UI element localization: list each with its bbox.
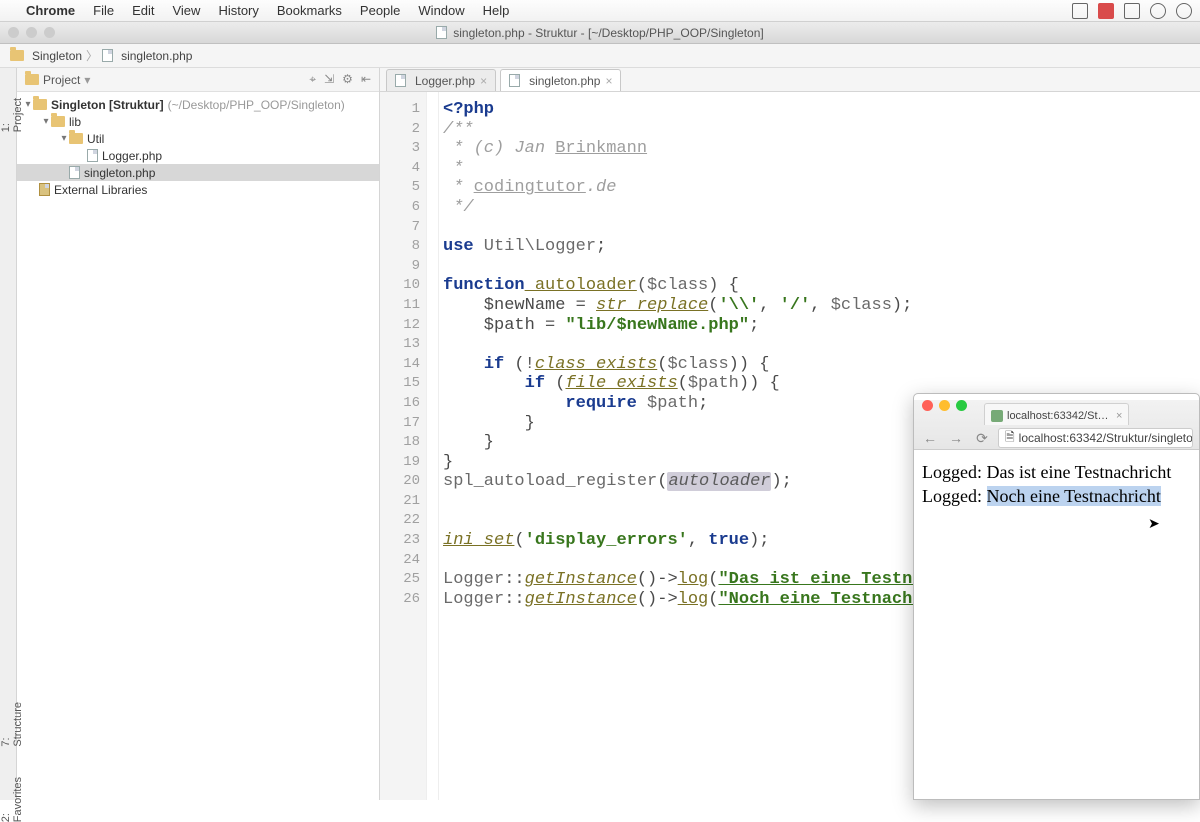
tab-singleton[interactable]: singleton.php× — [500, 69, 621, 91]
favicon-icon — [991, 410, 1003, 422]
app-name[interactable]: Chrome — [26, 3, 75, 18]
menu-people[interactable]: People — [360, 3, 400, 18]
output-line: Logged: Das ist eine Testnachricht — [922, 460, 1191, 484]
status-icon[interactable] — [1072, 3, 1088, 19]
window-title: singleton.php - Struktur - [~/Desktop/PH… — [453, 26, 764, 40]
menu-help[interactable]: Help — [483, 3, 510, 18]
chevron-down-icon[interactable]: ▾ — [84, 73, 90, 87]
status-icon[interactable] — [1150, 3, 1166, 19]
toolwindow-structure[interactable]: 7: Structure — [0, 702, 16, 747]
menu-view[interactable]: View — [172, 3, 200, 18]
toolwindow-stripe: 1: Project 7: Structure 2: Favorites — [0, 68, 17, 800]
tree-folder-util[interactable]: Util — [87, 132, 104, 146]
tab-logger[interactable]: Logger.php× — [386, 69, 496, 91]
cursor-icon: ➤ — [1148, 515, 1160, 532]
tree-file-logger[interactable]: Logger.php — [102, 149, 162, 163]
tree-root[interactable]: Singleton [Struktur] — [51, 98, 164, 112]
menu-file[interactable]: File — [93, 3, 114, 18]
back-button[interactable]: ← — [920, 430, 940, 446]
close-icon[interactable]: × — [480, 74, 487, 88]
line-gutter: 1234567891011121314151617181920212223242… — [380, 92, 427, 800]
forward-button[interactable]: → — [946, 430, 966, 446]
status-icon[interactable] — [1098, 3, 1114, 19]
browser-chrome: localhost:63342/Struktur/s × ← → ⟳ 🗎 loc… — [914, 400, 1199, 450]
menu-history[interactable]: History — [218, 3, 258, 18]
browser-tab[interactable]: localhost:63342/Struktur/s × — [984, 403, 1129, 425]
close-icon[interactable]: × — [1116, 410, 1122, 422]
page-icon: 🗎 — [1005, 428, 1015, 448]
toolwindow-project[interactable]: 1: Project — [0, 98, 16, 132]
menu-edit[interactable]: Edit — [132, 3, 154, 18]
project-header: Project ▾ ⌖ ⇲ ⚙ ⇤ — [17, 68, 379, 92]
breadcrumb-item[interactable]: Singleton — [32, 49, 82, 63]
file-icon — [102, 49, 113, 62]
tree-external-libs[interactable]: External Libraries — [54, 183, 147, 197]
tree-folder-lib[interactable]: lib — [69, 115, 81, 129]
menu-window[interactable]: Window — [418, 3, 464, 18]
menu-bookmarks[interactable]: Bookmarks — [277, 3, 342, 18]
text-selection: Noch eine Testnachricht — [987, 486, 1161, 506]
close-icon[interactable]: × — [605, 74, 612, 88]
gear-icon[interactable]: ⚙ — [342, 72, 353, 87]
browser-nav: ← → ⟳ 🗎 localhost:63342/Struktur/singlet… — [914, 426, 1199, 450]
status-icon[interactable] — [1176, 3, 1192, 19]
folder-icon — [10, 50, 24, 61]
folder-icon — [25, 74, 39, 85]
hide-icon[interactable]: ⇤ — [361, 72, 371, 87]
fold-gutter[interactable] — [427, 92, 439, 800]
address-bar[interactable]: 🗎 localhost:63342/Struktur/singleton.p — [998, 428, 1193, 448]
project-header-label[interactable]: Project — [43, 73, 80, 87]
output-line: Logged: Noch eine Testnachricht — [922, 484, 1191, 508]
browser-window: localhost:63342/Struktur/s × ← → ⟳ 🗎 loc… — [913, 393, 1200, 800]
file-icon — [436, 26, 447, 39]
project-tool-window: Project ▾ ⌖ ⇲ ⚙ ⇤ ▾Singleton [Struktur](… — [17, 68, 380, 800]
macos-menu-bar: Chrome File Edit View History Bookmarks … — [0, 0, 1200, 22]
collapse-icon[interactable]: ⌖ — [309, 72, 316, 87]
breadcrumb: Singleton 〉 singleton.php — [0, 44, 1200, 68]
status-icon[interactable] — [1124, 3, 1140, 19]
breadcrumb-item[interactable]: singleton.php — [121, 49, 192, 63]
ide-titlebar: singleton.php - Struktur - [~/Desktop/PH… — [0, 22, 1200, 44]
toolwindow-favorites[interactable]: 2: Favorites — [0, 777, 16, 822]
browser-viewport: Logged: Das ist eine Testnachricht Logge… — [914, 450, 1199, 519]
locate-icon[interactable]: ⇲ — [324, 72, 334, 87]
tree-file-singleton[interactable]: singleton.php — [84, 166, 155, 180]
editor-tabs: Logger.php× singleton.php× — [380, 68, 1200, 92]
project-tree[interactable]: ▾Singleton [Struktur](~/Desktop/PHP_OOP/… — [17, 92, 379, 202]
menu-extras — [1072, 3, 1192, 19]
window-controls[interactable] — [8, 27, 55, 38]
chevron-right-icon: 〉 — [86, 47, 98, 64]
reload-button[interactable]: ⟳ — [972, 430, 992, 447]
